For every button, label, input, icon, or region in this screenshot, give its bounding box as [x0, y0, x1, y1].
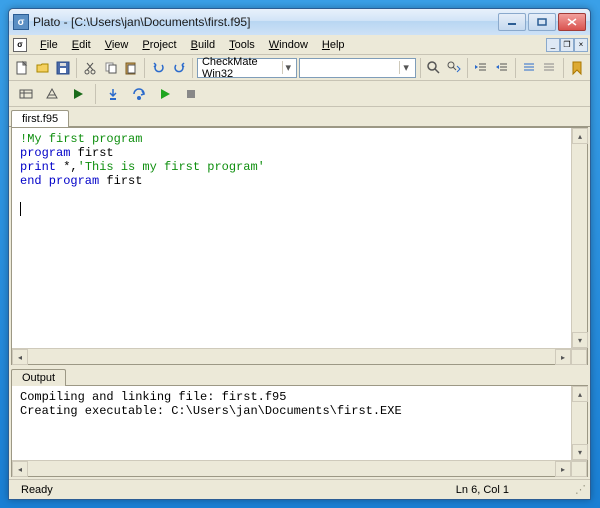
stop-button[interactable] [180, 83, 202, 105]
menu-window[interactable]: Window [262, 37, 315, 53]
build-config-combo[interactable]: CheckMate Win32 ▾ [197, 58, 297, 78]
scroll-corner [571, 349, 587, 365]
close-button[interactable] [558, 13, 586, 31]
new-file-button[interactable] [13, 57, 31, 79]
status-position: Ln 6, Col 1 [450, 484, 515, 496]
menu-file[interactable]: File [33, 37, 65, 53]
scroll-up-icon[interactable]: ▴ [572, 386, 588, 402]
build-button[interactable] [41, 83, 63, 105]
resize-grip-icon[interactable]: ⋰ [575, 483, 584, 496]
menu-edit[interactable]: Edit [65, 37, 98, 53]
cut-button[interactable] [81, 57, 99, 79]
tab-output[interactable]: Output [11, 369, 66, 386]
target-combo[interactable]: ▾ [299, 58, 416, 78]
code-line: !My first program [20, 132, 142, 146]
uncomment-button[interactable] [540, 57, 558, 79]
mdi-restore-button[interactable]: ❐ [560, 38, 574, 52]
step-into-button[interactable] [102, 83, 124, 105]
menu-help[interactable]: Help [315, 37, 352, 53]
editor-tabs: first.f95 [9, 107, 590, 127]
editor-hscrollbar[interactable]: ◂ ▸ [12, 348, 587, 364]
main-window: σ Plato - [C:\Users\jan\Documents\first.… [8, 8, 591, 500]
comment-button[interactable] [520, 57, 538, 79]
scroll-left-icon[interactable]: ◂ [12, 349, 28, 365]
code-line: print [20, 160, 56, 174]
copy-button[interactable] [102, 57, 120, 79]
window-title: Plato - [C:\Users\jan\Documents\first.f9… [33, 15, 498, 29]
menu-project[interactable]: Project [135, 37, 183, 53]
output-text[interactable]: Compiling and linking file: first.f95 Cr… [12, 386, 571, 460]
indent-button[interactable] [472, 57, 490, 79]
code-line: program [20, 146, 70, 160]
doc-menu-icon[interactable]: σ [13, 38, 27, 52]
save-button[interactable] [54, 57, 72, 79]
tab-file[interactable]: first.f95 [11, 110, 69, 127]
outdent-button[interactable] [493, 57, 511, 79]
status-ready: Ready [15, 484, 59, 496]
redo-button[interactable] [170, 57, 188, 79]
step-over-button[interactable] [128, 83, 150, 105]
scroll-left-icon[interactable]: ◂ [12, 461, 28, 477]
undo-button[interactable] [149, 57, 167, 79]
scroll-right-icon[interactable]: ▸ [555, 461, 571, 477]
paste-button[interactable] [122, 57, 140, 79]
chevron-down-icon: ▾ [399, 61, 413, 74]
mdi-close-button[interactable]: × [574, 38, 588, 52]
build-config-value: CheckMate Win32 [202, 56, 282, 80]
output-vscrollbar[interactable]: ▴ ▾ [571, 386, 587, 460]
app-icon: σ [13, 14, 29, 30]
bookmark-button[interactable] [568, 57, 586, 79]
chevron-down-icon: ▾ [282, 61, 295, 74]
output-hscrollbar[interactable]: ◂ ▸ [12, 460, 587, 476]
menu-view[interactable]: View [98, 37, 136, 53]
continue-button[interactable] [154, 83, 176, 105]
text-cursor [20, 202, 21, 216]
titlebar: σ Plato - [C:\Users\jan\Documents\first.… [9, 9, 590, 35]
mdi-minimize-button[interactable]: _ [546, 38, 560, 52]
scroll-up-icon[interactable]: ▴ [572, 128, 588, 144]
debug-toolbar [9, 81, 590, 107]
output-pane: Output Compiling and linking file: first… [11, 367, 588, 477]
scroll-corner [571, 461, 587, 477]
statusbar: Ready Ln 6, Col 1 ⋰ [9, 479, 590, 499]
menu-build[interactable]: Build [184, 37, 222, 53]
code-editor[interactable]: !My first program program first print *,… [12, 128, 571, 348]
editor-vscrollbar[interactable]: ▴ ▾ [571, 128, 587, 348]
scroll-right-icon[interactable]: ▸ [555, 349, 571, 365]
scroll-down-icon[interactable]: ▾ [572, 444, 588, 460]
scroll-down-icon[interactable]: ▾ [572, 332, 588, 348]
open-file-button[interactable] [33, 57, 51, 79]
menu-tools[interactable]: Tools [222, 37, 262, 53]
editor-area: !My first program program first print *,… [11, 127, 588, 365]
maximize-button[interactable] [528, 13, 556, 31]
code-line: end program [20, 174, 99, 188]
run-button[interactable] [67, 83, 89, 105]
output-line: Compiling and linking file: first.f95 [20, 390, 286, 404]
find-next-button[interactable] [445, 57, 463, 79]
minimize-button[interactable] [498, 13, 526, 31]
output-line: Creating executable: C:\Users\jan\Docume… [20, 404, 402, 418]
compile-button[interactable] [15, 83, 37, 105]
main-toolbar: CheckMate Win32 ▾ ▾ [9, 55, 590, 81]
find-button[interactable] [424, 57, 442, 79]
menubar: σ File Edit View Project Build Tools Win… [9, 35, 590, 55]
